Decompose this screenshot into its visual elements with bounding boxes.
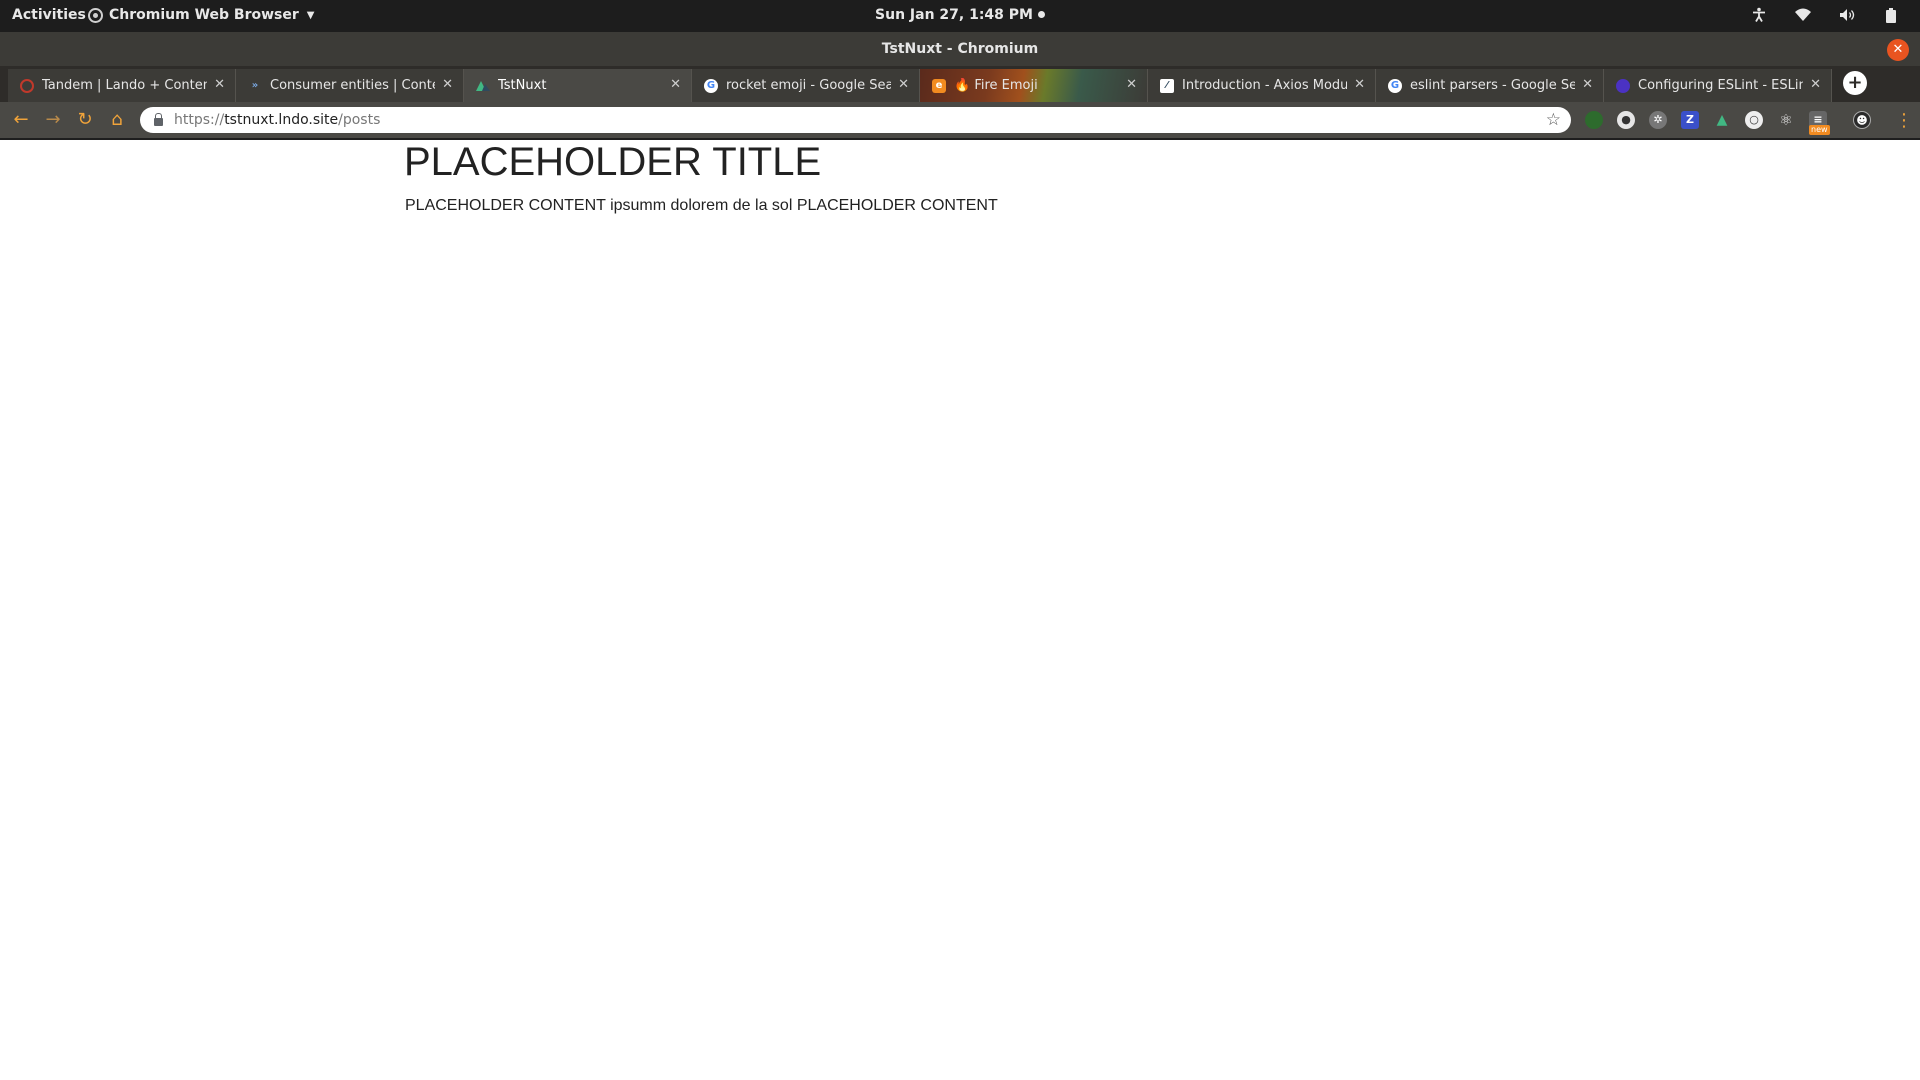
tab-axios-module[interactable]: ⁄ Introduction - Axios Modul ✕ <box>1148 69 1376 102</box>
system-tray[interactable] <box>1750 6 1900 24</box>
url-host: tstnuxt.lndo.site <box>224 112 339 128</box>
page-viewport: PLACEHOLDER TITLE PLACEHOLDER CONTENT ip… <box>0 140 1920 1080</box>
app-menu[interactable]: Chromium Web Browser ▼ <box>88 7 314 23</box>
window-close-button[interactable]: ✕ <box>1887 39 1909 61</box>
tab-label: Tandem | Lando + Contenta <box>42 78 207 93</box>
tab-label: Configuring ESLint - ESLint <box>1638 78 1803 93</box>
wifi-icon[interactable] <box>1794 6 1812 24</box>
nuxt-extension-icon[interactable]: ▲ <box>1713 111 1731 129</box>
tab-close-icon[interactable]: ✕ <box>898 77 909 92</box>
tab-label: 🔥 Fire Emoji <box>954 78 1038 93</box>
system-top-bar: Activities Chromium Web Browser ▼ Sun Ja… <box>0 0 1920 32</box>
window-title-bar[interactable]: TstNuxt - Chromium ✕ <box>0 32 1920 66</box>
tab-close-icon[interactable]: ✕ <box>1810 77 1821 92</box>
url-path: /posts <box>338 112 381 128</box>
browser-toolbar: ← → ↻ ⌂ https://tstnuxt.lndo.site/posts … <box>0 102 1920 138</box>
bookmark-star-icon[interactable]: ☆ <box>1546 110 1561 130</box>
tab-eslint-parsers-search[interactable]: G eslint parsers - Google Sear ✕ <box>1376 69 1604 102</box>
tab-close-icon[interactable]: ✕ <box>670 77 681 92</box>
profile-avatar[interactable]: ☻ <box>1853 111 1871 129</box>
contenta-icon: » <box>251 80 259 91</box>
notification-dot-icon <box>1037 11 1045 18</box>
forward-arrow-icon[interactable]: → <box>42 109 64 130</box>
tab-label: TstNuxt <box>498 78 547 93</box>
page-content: PLACEHOLDER CONTENT ipsumm dolorem de la… <box>405 197 998 214</box>
tab-close-icon[interactable]: ✕ <box>214 77 225 92</box>
address-bar[interactable]: https://tstnuxt.lndo.site/posts ☆ <box>140 107 1571 133</box>
tab-consumer-entities[interactable]: » Consumer entities | Conten ✕ <box>236 69 464 102</box>
lock-icon[interactable] <box>154 112 163 126</box>
google-icon: G <box>1388 78 1402 93</box>
extension-gear-icon[interactable]: ✲ <box>1649 111 1667 129</box>
page-title: PLACEHOLDER TITLE <box>404 140 822 184</box>
volume-icon[interactable] <box>1838 6 1856 24</box>
window-title: TstNuxt - Chromium <box>881 41 1039 57</box>
app-menu-label: Chromium Web Browser <box>109 7 299 23</box>
browser-menu-icon[interactable]: ⋮ <box>1895 110 1913 131</box>
axios-icon: ⁄ <box>1160 78 1174 93</box>
chromium-icon <box>88 7 103 23</box>
tab-close-icon[interactable]: ✕ <box>1582 77 1593 92</box>
tab-fire-emoji[interactable]: e 🔥 Fire Emoji ✕ <box>920 69 1148 102</box>
tab-close-icon[interactable]: ✕ <box>1126 77 1137 92</box>
home-icon[interactable]: ⌂ <box>106 109 128 130</box>
caret-down-icon: ▼ <box>306 9 315 21</box>
battery-icon[interactable] <box>1882 6 1900 24</box>
tab-strip: Tandem | Lando + Contenta ✕ » Consumer e… <box>0 66 1920 102</box>
vue-devtools-icon[interactable] <box>1585 111 1603 129</box>
zotero-icon[interactable]: Z <box>1681 111 1699 129</box>
reload-icon[interactable]: ↻ <box>74 109 96 130</box>
google-icon: G <box>704 78 718 93</box>
accessibility-icon[interactable] <box>1750 6 1768 24</box>
tandem-icon <box>20 78 34 93</box>
clock[interactable]: Sun Jan 27, 1:48 PM <box>875 7 1033 23</box>
react-devtools-icon[interactable]: ⚛ <box>1777 111 1795 129</box>
tab-close-icon[interactable]: ✕ <box>442 77 453 92</box>
nuxt-icon <box>476 79 490 93</box>
url-scheme: https:// <box>174 112 225 128</box>
new-badge: new <box>1809 125 1830 135</box>
tab-tandem[interactable]: Tandem | Lando + Contenta ✕ <box>8 69 236 102</box>
activities-button[interactable]: Activities <box>12 7 86 23</box>
tab-tstnuxt[interactable]: TstNuxt ✕ <box>464 69 692 102</box>
tab-rocket-emoji-search[interactable]: G rocket emoji - Google Searc ✕ <box>692 69 920 102</box>
emojipedia-icon: e <box>932 78 946 93</box>
tab-close-icon[interactable]: ✕ <box>1354 77 1365 92</box>
tab-label: eslint parsers - Google Sear <box>1410 78 1575 93</box>
tab-label: rocket emoji - Google Searc <box>726 78 891 93</box>
eslint-icon <box>1616 78 1630 93</box>
new-tab-button[interactable]: + <box>1843 71 1867 95</box>
extension-circle-icon[interactable]: ● <box>1617 111 1635 129</box>
back-arrow-icon[interactable]: ← <box>10 109 32 130</box>
extension-white-circle-icon[interactable]: ○ <box>1745 111 1763 129</box>
tab-label: Consumer entities | Conten <box>270 78 435 93</box>
tab-configuring-eslint[interactable]: Configuring ESLint - ESLint ✕ <box>1604 69 1832 102</box>
tab-label: Introduction - Axios Modul <box>1182 78 1347 93</box>
